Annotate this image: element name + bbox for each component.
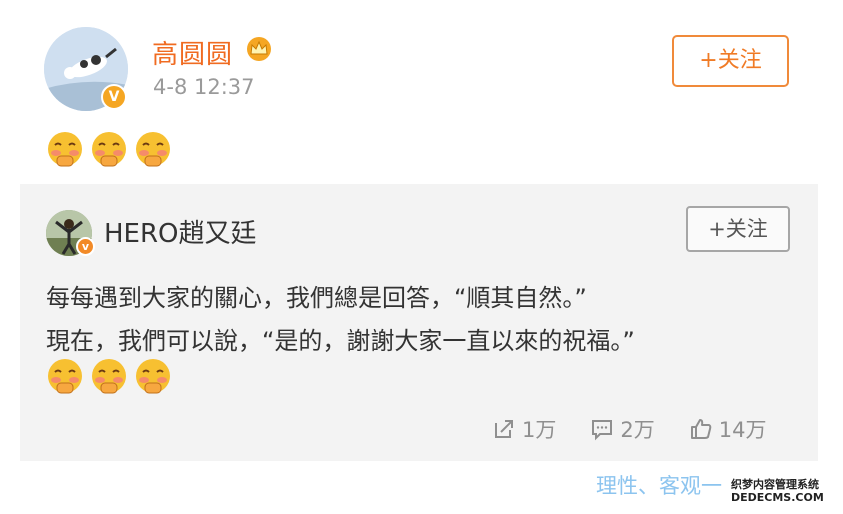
author-name[interactable]: 高圆圆 (152, 34, 233, 71)
blushing-face-emoji-icon (136, 132, 170, 167)
repost-action-bar: 1万 2万 14万 (492, 414, 766, 444)
site-logo-stamp: 织梦内容管理系统 DEDECMS.COM (729, 477, 826, 505)
site-logo-url: DEDECMS.COM (731, 491, 824, 504)
watermark-text: 理性、客观一 (596, 474, 722, 498)
share-count: 1万 (522, 418, 557, 442)
blushing-face-emoji-icon (48, 132, 82, 167)
post-emoji-row (46, 130, 172, 168)
site-logo-name: 织梦内容管理系统 (731, 478, 819, 491)
repost-author-name[interactable]: HERO趙又廷 (104, 213, 257, 250)
follow-button[interactable]: +关注 (672, 35, 789, 87)
blushing-face-emoji-icon (136, 359, 170, 394)
verified-badge-icon: V (101, 84, 127, 110)
repost-emoji-row (46, 357, 172, 395)
comment-icon (592, 420, 613, 441)
verified-badge-icon: v (76, 237, 95, 256)
like-icon (690, 419, 712, 439)
repost-follow-button[interactable]: +关注 (686, 206, 790, 252)
comment-count: 2万 (620, 418, 655, 442)
like-button[interactable]: 14万 (689, 414, 767, 444)
blushing-face-emoji-icon (48, 359, 82, 394)
repost-text-line: 現在，我們可以說，“是的，謝謝大家一直以來的祝福。” (46, 327, 635, 355)
crown-icon (247, 37, 271, 61)
comment-button[interactable]: 2万 (590, 414, 655, 444)
repost-card[interactable]: v HERO趙又廷 +关注 每每遇到大家的關心，我們總是回答，“順其自然。” 現… (20, 184, 818, 461)
repost-text-line: 每每遇到大家的關心，我們總是回答，“順其自然。” (46, 284, 587, 312)
blushing-face-emoji-icon (92, 359, 126, 394)
share-icon (495, 420, 513, 438)
like-count: 14万 (718, 418, 767, 442)
post-timestamp[interactable]: 4-8 12:37 (153, 75, 255, 99)
share-button[interactable]: 1万 (492, 414, 556, 444)
blushing-face-emoji-icon (92, 132, 126, 167)
